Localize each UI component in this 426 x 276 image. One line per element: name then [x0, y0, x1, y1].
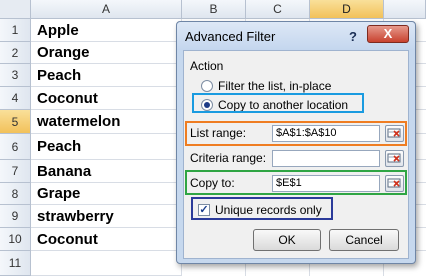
- action-group-label: Action: [190, 59, 224, 73]
- cell-a2[interactable]: Orange: [31, 42, 182, 64]
- criteria-range-label: Criteria range:: [190, 151, 267, 165]
- criteria-range-input[interactable]: [272, 150, 380, 167]
- dialog-titlebar[interactable]: Advanced Filter ? X: [177, 22, 415, 50]
- row-header-6[interactable]: 6: [0, 134, 31, 160]
- cancel-button[interactable]: Cancel: [329, 229, 399, 251]
- cell-a10[interactable]: Coconut: [31, 228, 182, 251]
- copy-option-highlight: [192, 93, 364, 113]
- help-button[interactable]: ?: [349, 29, 357, 44]
- row-header-2[interactable]: 2: [0, 42, 31, 64]
- row-header-10[interactable]: 10: [0, 228, 31, 251]
- column-header-a[interactable]: A: [31, 0, 182, 19]
- cell-a5[interactable]: watermelon: [31, 110, 182, 134]
- row-header-4[interactable]: 4: [0, 87, 31, 110]
- range-picker-icon: [387, 153, 401, 163]
- unique-records-highlight: [191, 197, 333, 220]
- column-header-e[interactable]: [384, 0, 426, 19]
- column-header-d[interactable]: D: [310, 0, 384, 19]
- advanced-filter-dialog: Advanced Filter ? X Action Filter the li…: [176, 21, 416, 264]
- row-header-5[interactable]: 5: [0, 110, 31, 134]
- radio-filter-label[interactable]: Filter the list, in-place: [218, 79, 331, 93]
- cell-a6[interactable]: Peach: [31, 134, 182, 160]
- radio-filter-in-place[interactable]: [201, 80, 213, 92]
- cell-a8[interactable]: Grape: [31, 183, 182, 205]
- column-header-b[interactable]: B: [182, 0, 246, 19]
- row-header-3[interactable]: 3: [0, 64, 31, 87]
- cell-a4[interactable]: Coconut: [31, 87, 182, 110]
- cell-a9[interactable]: strawberry: [31, 205, 182, 228]
- criteria-range-collapse-button[interactable]: [385, 150, 404, 167]
- cell-a11[interactable]: [31, 251, 182, 276]
- dialog-title: Advanced Filter: [185, 29, 276, 44]
- cell-a1[interactable]: Apple: [31, 19, 182, 42]
- copy-to-highlight: [185, 170, 407, 195]
- row-header-1[interactable]: 1: [0, 19, 31, 42]
- row-header-8[interactable]: 8: [0, 183, 31, 205]
- select-all-corner[interactable]: [0, 0, 31, 19]
- row-header-11[interactable]: 11: [0, 251, 31, 276]
- cell-a3[interactable]: Peach: [31, 64, 182, 87]
- row-header-9[interactable]: 9: [0, 205, 31, 228]
- ok-button[interactable]: OK: [253, 229, 321, 251]
- cell-a7[interactable]: Banana: [31, 160, 182, 183]
- dialog-body: Action Filter the list, in-place Copy to…: [183, 50, 409, 259]
- close-button[interactable]: X: [367, 25, 409, 43]
- column-header-c[interactable]: C: [246, 0, 310, 19]
- row-header-7[interactable]: 7: [0, 160, 31, 183]
- list-range-highlight: [185, 121, 407, 146]
